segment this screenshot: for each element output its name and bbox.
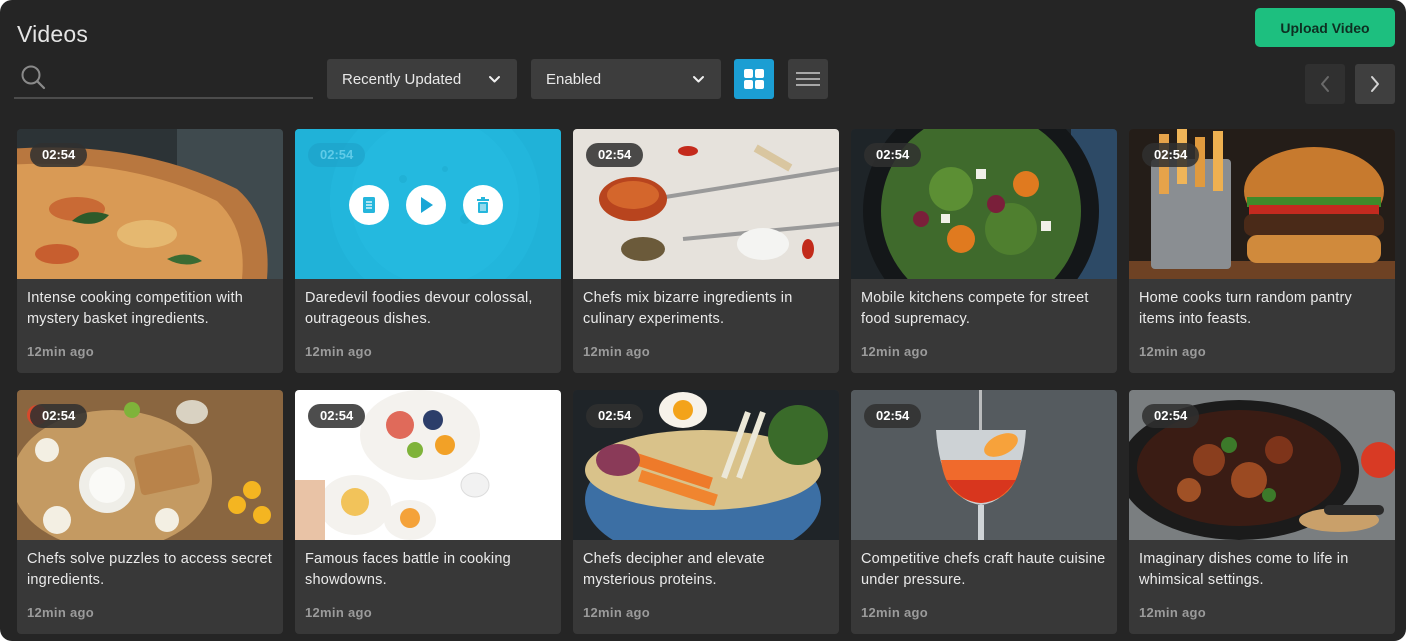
chevron-down-icon bbox=[693, 76, 704, 83]
search-icon[interactable] bbox=[20, 64, 46, 90]
chevron-down-icon bbox=[489, 76, 500, 83]
video-updated-time: 12min ago bbox=[305, 344, 372, 359]
trash-icon bbox=[477, 197, 489, 213]
status-dropdown[interactable]: Enabled bbox=[531, 59, 721, 99]
video-grid: 02:54 Intense cooking competition with m… bbox=[17, 129, 1395, 634]
video-card[interactable]: 02:54 Imaginary dishes come to life in w… bbox=[1129, 390, 1395, 634]
video-updated-time: 12min ago bbox=[861, 605, 928, 620]
chevron-left-icon bbox=[1321, 76, 1329, 92]
duration-badge: 02:54 bbox=[586, 404, 644, 428]
search-input[interactable] bbox=[58, 64, 308, 92]
video-card[interactable]: 02:54 Famous faces battle in cooking sho… bbox=[295, 390, 561, 634]
video-title: Competitive chefs craft haute cuisine un… bbox=[861, 551, 1106, 588]
video-updated-time: 12min ago bbox=[1139, 605, 1206, 620]
duration-badge: 02:54 bbox=[586, 143, 644, 167]
video-title: Chefs decipher and elevate mysterious pr… bbox=[583, 551, 765, 588]
chevron-right-icon bbox=[1371, 76, 1379, 92]
duration-badge: 02:54 bbox=[1142, 143, 1200, 167]
video-card[interactable]: 02:54 Daredevil foodies devour colossal,… bbox=[295, 129, 561, 373]
video-updated-time: 12min ago bbox=[27, 605, 94, 620]
video-title: Intense cooking competition with mystery… bbox=[27, 290, 243, 327]
video-card[interactable]: 02:54 Mobile kitchens compete for street… bbox=[851, 129, 1117, 373]
video-title: Chefs solve puzzles to access secret ing… bbox=[27, 551, 272, 588]
delete-button[interactable] bbox=[463, 185, 503, 225]
hover-overlay: 02:54 bbox=[295, 129, 561, 279]
video-card[interactable]: 02:54 Intense cooking competition with m… bbox=[17, 129, 283, 373]
play-button[interactable] bbox=[406, 185, 446, 225]
video-card[interactable]: 02:54 Competitive chefs craft haute cuis… bbox=[851, 390, 1117, 634]
sort-dropdown[interactable]: Recently Updated bbox=[327, 59, 517, 99]
video-card[interactable]: 02:54 Home cooks turn random pantry item… bbox=[1129, 129, 1395, 373]
duration-badge: 02:54 bbox=[30, 404, 88, 428]
duration-badge: 02:54 bbox=[864, 143, 922, 167]
sort-dropdown-value: Recently Updated bbox=[342, 70, 462, 88]
status-dropdown-value: Enabled bbox=[546, 70, 602, 88]
grid-view-button[interactable] bbox=[734, 59, 774, 99]
page-title: Videos bbox=[17, 21, 89, 47]
list-view-button[interactable] bbox=[788, 59, 828, 99]
play-icon bbox=[421, 197, 433, 213]
video-title: Mobile kitchens compete for street food … bbox=[861, 290, 1089, 327]
video-title: Imaginary dishes come to life in whimsic… bbox=[1139, 551, 1349, 588]
video-card[interactable]: 02:54 Chefs mix bizarre ingredients in c… bbox=[573, 129, 839, 373]
video-title: Chefs mix bizarre ingredients in culinar… bbox=[583, 290, 793, 327]
duration-badge: 02:54 bbox=[308, 143, 366, 167]
details-button[interactable] bbox=[349, 185, 389, 225]
video-updated-time: 12min ago bbox=[583, 605, 650, 620]
video-updated-time: 12min ago bbox=[1139, 344, 1206, 359]
grid-view-icon bbox=[744, 69, 764, 89]
video-title: Famous faces battle in cooking showdowns… bbox=[305, 551, 511, 588]
video-title: Home cooks turn random pantry items into… bbox=[1139, 290, 1352, 327]
video-card[interactable]: 02:54 Chefs solve puzzles to access secr… bbox=[17, 390, 283, 634]
upload-video-button[interactable]: Upload Video bbox=[1255, 8, 1395, 47]
previous-page-button[interactable] bbox=[1305, 64, 1345, 104]
search-bar bbox=[14, 60, 313, 99]
duration-badge: 02:54 bbox=[864, 404, 922, 428]
videos-page: Videos Upload Video Recently Updated Ena… bbox=[0, 0, 1406, 641]
document-icon bbox=[363, 197, 375, 213]
duration-badge: 02:54 bbox=[308, 404, 366, 428]
video-updated-time: 12min ago bbox=[305, 605, 372, 620]
video-card[interactable]: 02:54 Chefs decipher and elevate mysteri… bbox=[573, 390, 839, 634]
video-updated-time: 12min ago bbox=[583, 344, 650, 359]
video-updated-time: 12min ago bbox=[27, 344, 94, 359]
duration-badge: 02:54 bbox=[30, 143, 88, 167]
video-updated-time: 12min ago bbox=[861, 344, 928, 359]
list-view-icon bbox=[796, 72, 820, 86]
duration-badge: 02:54 bbox=[1142, 404, 1200, 428]
video-title: Daredevil foodies devour colossal, outra… bbox=[305, 290, 533, 327]
next-page-button[interactable] bbox=[1355, 64, 1395, 104]
